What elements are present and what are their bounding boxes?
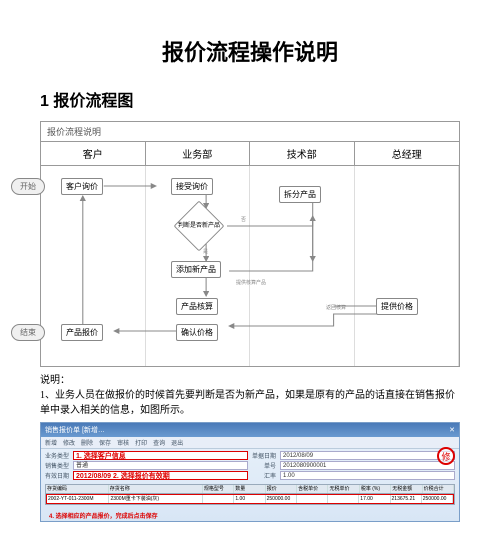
valid-date-field[interactable]: 2012/08/09 2. 选择报价有效期 — [73, 471, 248, 480]
form-label: 单据日期 — [252, 451, 276, 460]
toolbar-btn[interactable]: 修改 — [63, 438, 75, 447]
form-label: 业务类型 — [45, 451, 69, 460]
window-title: 销售报价单 [新增… — [45, 425, 105, 435]
form-label: 单号 — [252, 461, 276, 470]
page-title: 报价流程操作说明 — [40, 35, 460, 67]
th: 数量 — [234, 485, 265, 493]
edge-label-provide-calc: 提供核算产品 — [236, 279, 266, 286]
td — [297, 495, 328, 503]
node-calc: 产品核算 — [176, 298, 218, 315]
detail-table: 存货编码 存货名称 规格型号 数量 报价 含税单价 无税单价 税率 (%) 无税… — [45, 484, 455, 505]
note-paragraph-1: 1、业务人员在做报价的时候首先要判断是否为新产品，如果是原有的产品的话直接在销售… — [40, 388, 460, 418]
window-titlebar: 销售报价单 [新增… ✕ — [41, 423, 459, 437]
embedded-screenshot: 销售报价单 [新增… ✕ 新增 修改 删除 保存 审核 打印 查询 退出 业务类… — [40, 422, 460, 522]
lane-header-gm: 总经理 — [355, 142, 460, 165]
section-heading-1: 1 报价流程图 — [40, 87, 460, 111]
edge-label-yes: 是 — [203, 248, 208, 255]
td: 250000.00 — [422, 495, 453, 503]
table-row[interactable]: 2002-YT-011-2300M 2300M重卡下装油(灰) 1.00 250… — [46, 494, 454, 504]
toolbar-btn[interactable]: 删除 — [81, 438, 93, 447]
stamp-badge: 修 — [437, 447, 455, 465]
table-header-row: 存货编码 存货名称 规格型号 数量 报价 含税单价 无税单价 税率 (%) 无税… — [46, 485, 454, 494]
form-label: 有效日期 — [45, 471, 69, 480]
td: 250000.00 — [266, 495, 297, 503]
edge-label-no: 否 — [241, 216, 246, 223]
flowchart-container: 报价流程说明 客户 业务部 技术部 总经理 — [40, 121, 460, 367]
toolbar-btn[interactable]: 保存 — [99, 438, 111, 447]
node-provide: 提供价格 — [376, 298, 418, 315]
td: 2002-YT-011-2300M — [47, 495, 109, 503]
date-field[interactable]: 2012/08/09 — [280, 451, 455, 460]
rate-field[interactable]: 1.00 — [280, 471, 455, 480]
node-inquiry: 客户询价 — [61, 178, 103, 195]
biz-type-field[interactable]: 1. 选择客户信息 — [73, 451, 248, 460]
toolbar-btn[interactable]: 审核 — [117, 438, 129, 447]
toolbar: 新增 修改 删除 保存 审核 打印 查询 退出 — [41, 437, 459, 449]
node-receive: 接受询价 — [171, 178, 213, 195]
lane-header-customer: 客户 — [41, 142, 146, 165]
th: 税率 (%) — [360, 485, 391, 493]
td: 213675.21 — [391, 495, 422, 503]
th: 价税合计 — [423, 485, 454, 493]
td: 1.00 — [234, 495, 265, 503]
sale-type-field[interactable]: 普通 — [73, 461, 248, 470]
lane-header-tech: 技术部 — [250, 142, 355, 165]
swimlane-header: 客户 业务部 技术部 总经理 — [41, 142, 459, 166]
td: 17.00 — [359, 495, 390, 503]
annotation-4: 4. 选择相应的产品报价，完成后点击保存 — [49, 511, 158, 520]
form-label: 销售类型 — [45, 461, 69, 470]
form-area: 业务类型 1. 选择客户信息 单据日期 2012/08/09 销售类型 普通 单… — [41, 449, 459, 482]
toolbar-btn[interactable]: 退出 — [171, 438, 183, 447]
order-no-field[interactable]: 2012080900001 — [280, 461, 455, 470]
td: 2300M重卡下装油(灰) — [109, 495, 203, 503]
th: 无税金额 — [391, 485, 422, 493]
th: 存货编码 — [46, 485, 109, 493]
form-label: 汇率 — [252, 471, 276, 480]
edge-label-return-calc: 返回核算 — [326, 304, 346, 311]
toolbar-btn[interactable]: 新增 — [45, 438, 57, 447]
flowchart-body: 开始 客户询价 接受询价 判断是否新产品 拆分产品 添加新产品 产品核算 提供价… — [41, 166, 459, 366]
toolbar-btn[interactable]: 查询 — [153, 438, 165, 447]
td — [328, 495, 359, 503]
th: 含税单价 — [297, 485, 328, 493]
toolbar-btn[interactable]: 打印 — [135, 438, 147, 447]
node-addnew: 添加新产品 — [171, 261, 221, 278]
close-icon[interactable]: ✕ — [449, 426, 455, 434]
node-end: 结束 — [11, 324, 45, 341]
note-block: 说明： 1、业务人员在做报价的时候首先要判断是否为新产品，如果是原有的产品的话直… — [40, 373, 460, 418]
node-start: 开始 — [11, 178, 45, 195]
flowchart-caption: 报价流程说明 — [41, 122, 459, 142]
th: 规格型号 — [203, 485, 234, 493]
th: 无税单价 — [328, 485, 359, 493]
node-confirm: 确认价格 — [176, 324, 218, 341]
th: 存货名称 — [109, 485, 203, 493]
th: 报价 — [266, 485, 297, 493]
node-quote: 产品报价 — [61, 324, 103, 341]
node-split: 拆分产品 — [279, 186, 321, 203]
note-label: 说明： — [40, 373, 460, 388]
lane-header-sales: 业务部 — [146, 142, 251, 165]
td — [203, 495, 234, 503]
